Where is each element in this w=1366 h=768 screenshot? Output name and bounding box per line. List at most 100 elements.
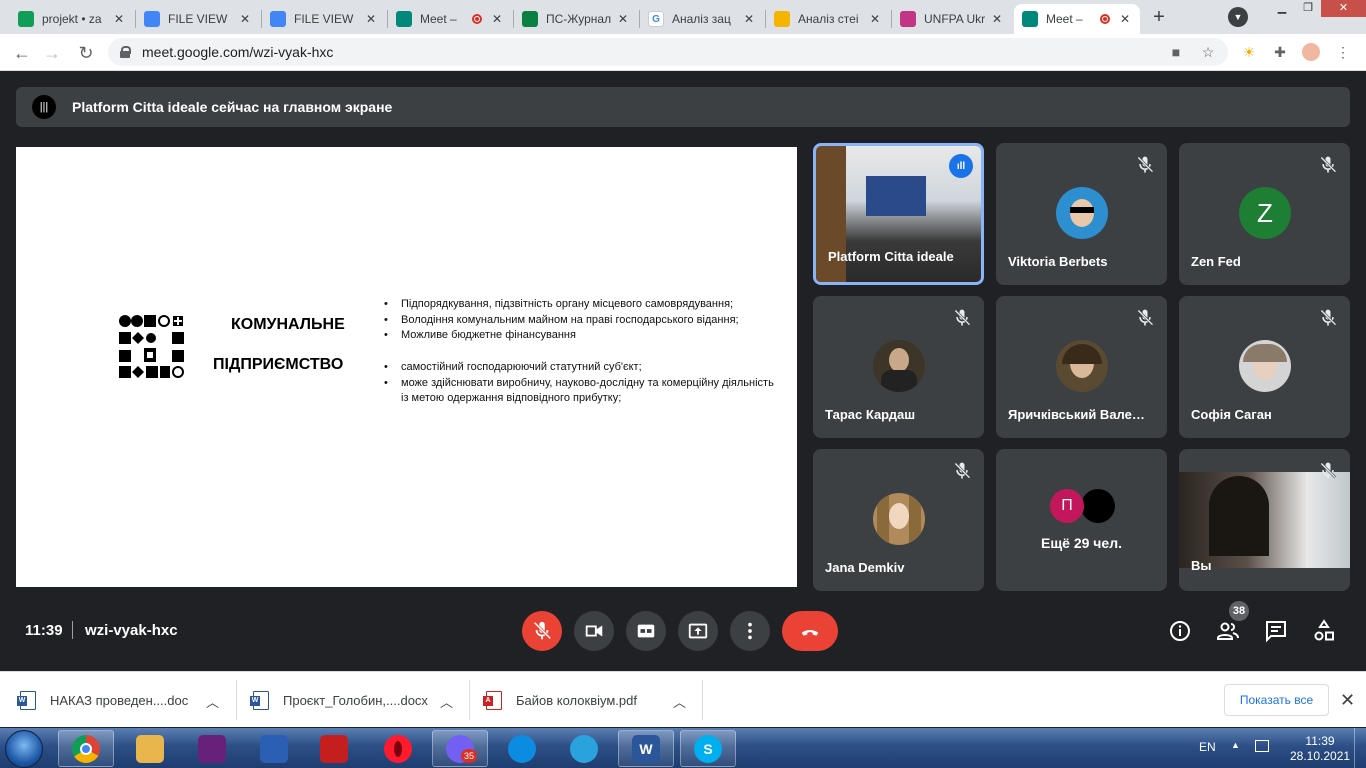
close-icon[interactable]: ✕: [364, 12, 378, 26]
close-icon[interactable]: ✕: [112, 12, 126, 26]
participant-tile[interactable]: Тарас Кардаш: [813, 296, 984, 438]
meeting-info-button[interactable]: [1167, 618, 1193, 644]
minimize-button[interactable]: ▁: [1269, 0, 1295, 17]
slide-title-line2: ПІДПРИЄМСТВО: [213, 356, 344, 373]
taskbar-app-telegram[interactable]: [556, 730, 612, 767]
captions-button[interactable]: [626, 611, 666, 651]
tab-instagram[interactable]: UNFPA Ukr ✕: [892, 4, 1012, 34]
tab-search-icon[interactable]: ▼: [1228, 7, 1248, 27]
people-button[interactable]: [1215, 618, 1241, 644]
system-clock[interactable]: 11:39 28.10.2021: [1290, 734, 1350, 764]
tab-meet-active[interactable]: Meet – ✕: [1014, 4, 1140, 34]
tab-title: FILE VIEW: [168, 12, 228, 26]
download-item[interactable]: W Проєкт_Голобин,....docx: [250, 672, 428, 728]
taskbar-app-edge[interactable]: [494, 730, 550, 767]
start-button[interactable]: [5, 730, 43, 768]
bookmark-star-icon[interactable]: ☆: [1199, 43, 1217, 61]
close-icon[interactable]: ✕: [490, 12, 504, 26]
participant-name: Софія Саган: [1191, 407, 1272, 422]
download-filename: НАКАЗ проведен....doc: [50, 692, 189, 708]
show-all-downloads-button[interactable]: Показать все: [1224, 684, 1329, 716]
camera-toggle-button[interactable]: [574, 611, 614, 651]
address-bar[interactable]: meet.google.com/wzi-vyak-hxc: [108, 38, 1228, 66]
taskbar-app-acrobat[interactable]: [306, 730, 362, 767]
weather-icon[interactable]: ☀: [1240, 43, 1258, 61]
download-item[interactable]: A Байов колоквіум.pdf: [483, 672, 637, 728]
more-options-button[interactable]: [730, 611, 770, 651]
visual-studio-icon: [198, 734, 226, 763]
extensions-icon[interactable]: ✚: [1271, 43, 1289, 61]
hang-up-icon: [801, 630, 819, 636]
close-downloads-icon[interactable]: ✕: [1340, 690, 1355, 711]
camera-icon[interactable]: ■: [1167, 43, 1185, 61]
taskbar-app-viber[interactable]: 35: [432, 730, 488, 767]
more-participants-tile[interactable]: П Ещё 29 чел.: [996, 449, 1167, 591]
participant-tile[interactable]: Яричківський Вале…: [996, 296, 1167, 438]
lock-icon: [120, 46, 131, 58]
close-icon[interactable]: ✕: [990, 12, 1004, 26]
participant-tile[interactable]: Софія Саган: [1179, 296, 1350, 438]
avatar: [1056, 340, 1108, 392]
close-icon[interactable]: ✕: [1118, 12, 1132, 26]
back-button[interactable]: ←: [9, 40, 35, 66]
participant-name: Viktoria Berbets: [1008, 254, 1108, 269]
slide-bullet: самостійний господарюючий статутний суб'…: [384, 360, 784, 376]
taskbar-app-explorer[interactable]: [122, 730, 178, 767]
tab-file-view-1[interactable]: FILE VIEW ✕: [136, 4, 260, 34]
chevron-up-icon[interactable]: ︿: [440, 692, 453, 711]
self-tile[interactable]: Вы: [1179, 449, 1350, 591]
forward-button[interactable]: →: [39, 40, 65, 66]
participant-tile[interactable]: Z Zen Fed: [1179, 143, 1350, 285]
camera-icon: [585, 625, 603, 637]
close-icon[interactable]: ✕: [616, 12, 630, 26]
people-icon: [1217, 622, 1239, 640]
tab-google-analysis[interactable]: G Аналіз зац ✕: [640, 4, 764, 34]
leave-call-button[interactable]: [782, 611, 838, 651]
language-indicator[interactable]: EN: [1199, 740, 1216, 754]
close-icon[interactable]: ✕: [868, 12, 882, 26]
chevron-up-icon[interactable]: ︿: [673, 692, 686, 711]
taskbar-app-visual-studio[interactable]: [184, 730, 240, 767]
mic-off-icon: [952, 308, 972, 328]
tab-meet-1[interactable]: Meet – ✕: [388, 4, 512, 34]
reload-button[interactable]: ↻: [73, 40, 99, 66]
taskbar-app-word[interactable]: W: [618, 730, 674, 767]
taskbar-app-opera[interactable]: [370, 730, 426, 767]
clock-date: 28.10.2021: [1290, 749, 1351, 763]
tab-slides-analysis[interactable]: Аналіз стеі ✕: [766, 4, 890, 34]
taskbar-app-skype[interactable]: S: [680, 730, 736, 767]
window-close-button[interactable]: ✕: [1321, 0, 1366, 17]
menu-icon[interactable]: ⋮: [1334, 43, 1352, 61]
clock-time: 11:39: [1305, 734, 1335, 748]
logo-icon: [119, 314, 184, 378]
activities-button[interactable]: [1311, 618, 1337, 644]
tab-title: Аналіз стеі: [798, 12, 859, 26]
download-item[interactable]: W НАКАЗ проведен....doc: [17, 672, 189, 728]
window-controls: ▁ ❐ ✕: [1269, 0, 1366, 18]
close-icon[interactable]: ✕: [742, 12, 756, 26]
close-icon[interactable]: ✕: [238, 12, 252, 26]
network-icon[interactable]: [1255, 740, 1269, 752]
tab-journal[interactable]: ПС-Журнал ✕: [514, 4, 638, 34]
present-screen-button[interactable]: [678, 611, 718, 651]
participant-tile-platform[interactable]: Platform Citta ideale ıll: [813, 143, 984, 285]
presentation-banner: ||| Platform Citta ideale сейчас на глав…: [16, 87, 1350, 127]
chat-button[interactable]: [1263, 618, 1289, 644]
tab-title: Meet –: [1046, 12, 1083, 26]
participant-tile[interactable]: Viktoria Berbets: [996, 143, 1167, 285]
url-text: meet.google.com/wzi-vyak-hxc: [142, 44, 334, 60]
tab-file-view-2[interactable]: FILE VIEW ✕: [262, 4, 386, 34]
tab-title: ПС-Журнал: [546, 12, 612, 26]
microphone-toggle-button[interactable]: [522, 611, 562, 651]
maximize-button[interactable]: ❐: [1295, 0, 1321, 17]
taskbar-app-save[interactable]: [246, 730, 302, 767]
new-tab-button[interactable]: +: [1146, 5, 1172, 31]
avatar: Z: [1239, 187, 1291, 239]
taskbar-app-chrome[interactable]: [58, 730, 114, 767]
participant-tile[interactable]: Jana Demkiv: [813, 449, 984, 591]
profile-avatar[interactable]: [1302, 43, 1320, 61]
chevron-up-icon[interactable]: ︿: [206, 692, 219, 711]
show-desktop-button[interactable]: [1354, 728, 1366, 768]
tray-expand-icon[interactable]: ▲: [1231, 740, 1240, 750]
tab-projekt[interactable]: projekt • za ✕: [10, 4, 134, 34]
